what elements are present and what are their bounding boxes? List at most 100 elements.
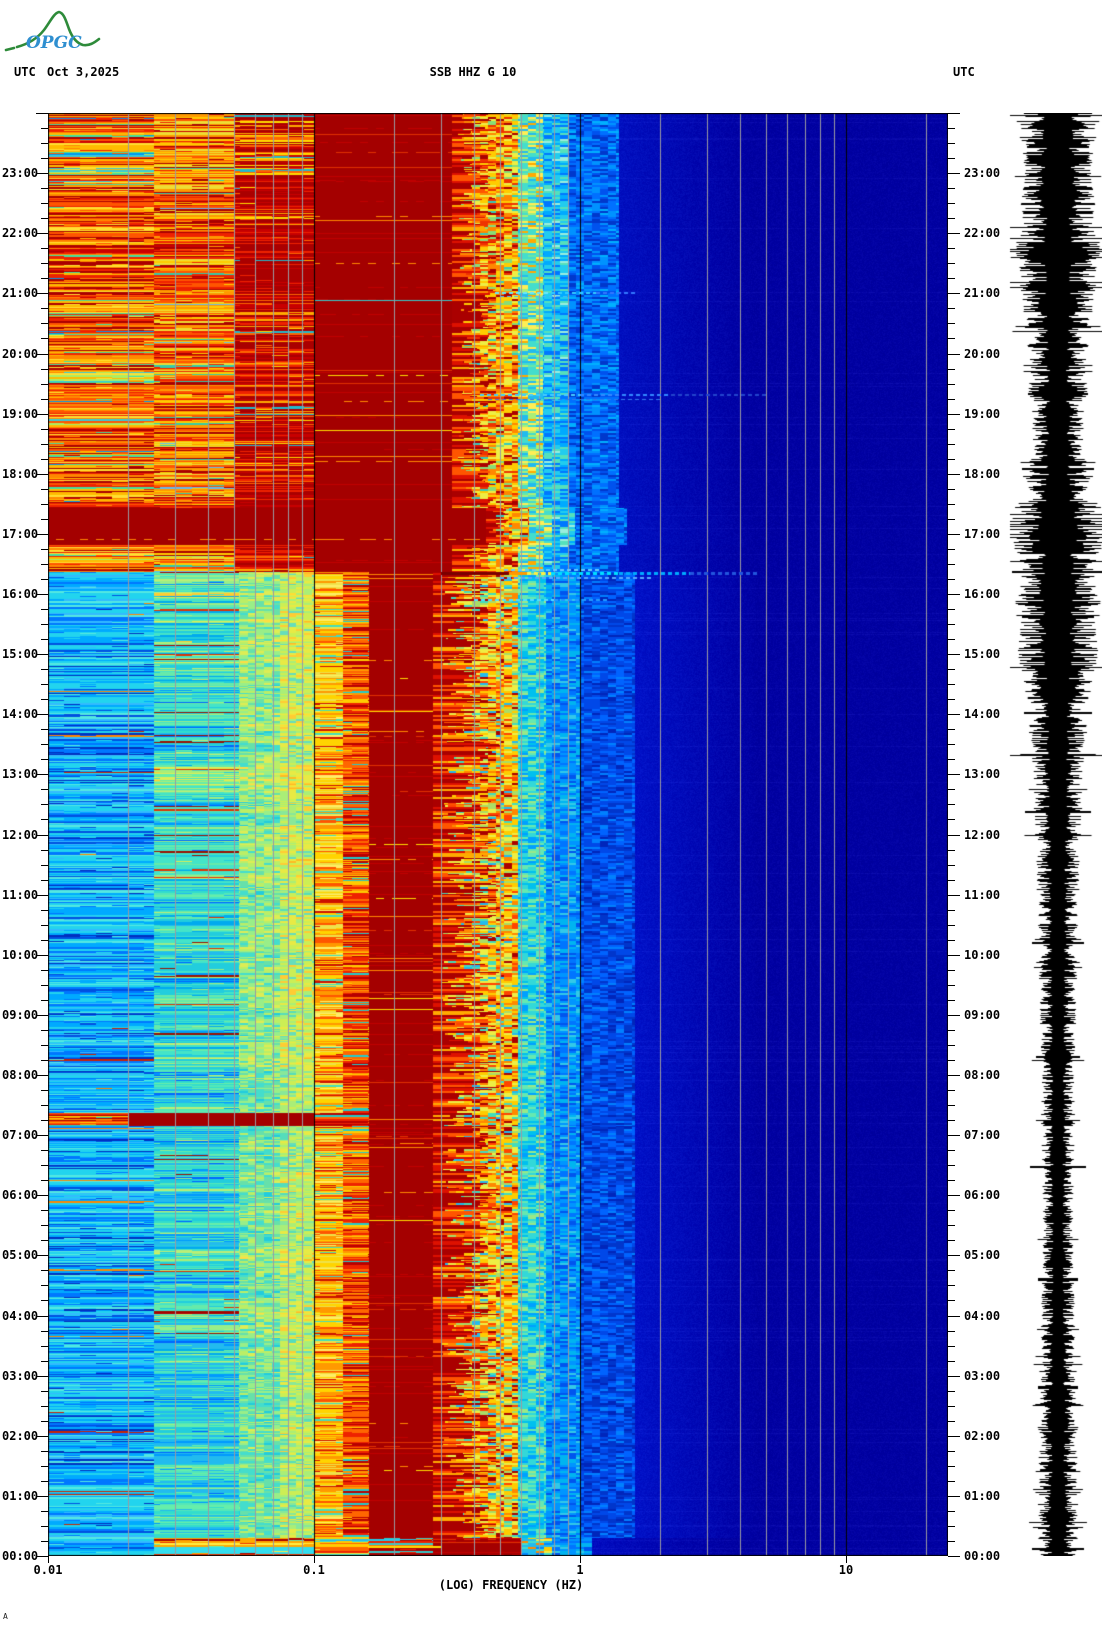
y-axis-label-left: 10:00: [2, 947, 39, 962]
y-axis-tick-left: [41, 1481, 48, 1482]
y-axis-label-right: 02:00: [964, 1428, 1001, 1443]
y-axis-tick-right: [948, 459, 955, 460]
y-axis-tick-right: [948, 579, 955, 580]
y-axis-tick-right: [948, 1105, 955, 1106]
logo-text: OPGC: [26, 33, 82, 53]
y-axis-tick-right: [948, 744, 955, 745]
y-axis-tick-left: [41, 369, 48, 370]
y-axis-tick-right: [948, 819, 955, 820]
y-axis-tick-left: [41, 1391, 48, 1392]
y-axis-tick-left: [41, 1346, 48, 1347]
y-axis-tick-left: [41, 263, 48, 264]
x-axis-tick-label: 0.01: [33, 1563, 63, 1577]
y-axis-tick-right: [948, 1406, 955, 1407]
y-axis-tick-right: [948, 1346, 955, 1347]
y-axis-tick-right: [948, 1391, 955, 1392]
y-axis-tick-right: [948, 804, 955, 805]
y-axis-tick-left: [41, 1240, 48, 1241]
y-axis-label-left: 00:00: [2, 1549, 39, 1563]
y-axis-tick-left: [41, 158, 48, 159]
y-axis-tick-right: [948, 474, 960, 475]
y-axis-label-left: 14:00: [2, 707, 39, 722]
x-axis-title: (LOG) FREQUENCY (HZ): [438, 1578, 584, 1592]
y-axis-tick-left: [36, 113, 48, 114]
y-axis-label-right: 15:00: [964, 647, 1001, 662]
y-axis-tick-right: [948, 609, 955, 610]
y-axis-tick-right: [948, 1285, 955, 1286]
y-axis-label-right: 23:00: [964, 166, 1001, 181]
y-axis-tick-right: [948, 338, 955, 339]
y-axis-tick-left: [41, 1451, 48, 1452]
opgc-logo: OPGC: [4, 10, 101, 53]
x-axis-tick-label: 0.1: [303, 1563, 325, 1577]
x-axis-tick: [846, 1556, 847, 1563]
y-axis-tick-left: [41, 1210, 48, 1211]
y-axis-tick-left: [41, 759, 48, 760]
y-axis-tick-right: [948, 1120, 955, 1121]
y-axis-tick-right: [948, 429, 955, 430]
y-axis-tick-left: [41, 564, 48, 565]
y-axis-tick-left: [41, 684, 48, 685]
y-axis-tick-left: [41, 1331, 48, 1332]
y-axis-tick-left: [41, 519, 48, 520]
y-axis-tick-right: [948, 699, 955, 700]
y-axis-tick-right: [948, 970, 955, 971]
y-axis-tick-right: [948, 940, 955, 941]
y-axis-tick-right: [948, 233, 960, 234]
y-axis-label-right: 01:00: [964, 1488, 1001, 1503]
y-axis-tick-left: [41, 1090, 48, 1091]
y-axis-tick-right: [948, 1436, 960, 1437]
x-axis-tick-label: 1: [576, 1563, 584, 1577]
y-axis-tick-right: [948, 1255, 960, 1256]
y-axis-label-right: 06:00: [964, 1188, 1001, 1203]
y-axis-tick-right: [948, 1496, 960, 1497]
y-axis-tick-left: [41, 669, 48, 670]
y-axis-tick-left: [41, 1511, 48, 1512]
y-axis-tick-left: [41, 1120, 48, 1121]
y-axis-tick-right: [948, 955, 960, 956]
x-axis-tick: [48, 1556, 49, 1563]
y-axis-tick-left: [41, 128, 48, 129]
y-axis-tick-right: [948, 1316, 960, 1317]
y-axis-tick-left: [41, 444, 48, 445]
y-axis-tick-right: [948, 850, 955, 851]
y-axis-tick-right: [948, 895, 960, 896]
y-axis-tick-right: [948, 1090, 955, 1091]
y-axis-tick-right: [948, 1556, 960, 1557]
y-axis-label-right: 07:00: [964, 1128, 1001, 1143]
y-axis-tick-left: [41, 865, 48, 866]
y-axis-tick-right: [948, 519, 955, 520]
y-axis-tick-left: [41, 789, 48, 790]
y-axis-label-right: 08:00: [964, 1068, 1001, 1082]
y-axis-tick-left: [41, 459, 48, 460]
y-axis-tick-left: [41, 970, 48, 971]
y-axis-tick-left: [41, 143, 48, 144]
x-axis-tick: [314, 1556, 315, 1563]
y-axis-tick-right: [948, 925, 955, 926]
y-axis-tick-right: [948, 1165, 955, 1166]
y-axis-tick-left: [41, 1000, 48, 1001]
y-axis-tick-left: [41, 323, 48, 324]
y-axis-tick-right: [948, 489, 955, 490]
y-axis-tick-right: [948, 113, 960, 114]
y-axis-tick-left: [41, 429, 48, 430]
y-axis-tick-right: [948, 759, 955, 760]
y-axis-label-left: 20:00: [2, 346, 39, 361]
y-axis-tick-right: [948, 369, 955, 370]
y-axis-tick-left: [41, 985, 48, 986]
y-axis-label-right: 17:00: [964, 526, 1001, 541]
y-axis-tick-left: [41, 910, 48, 911]
y-axis-tick-right: [948, 1361, 955, 1362]
seismogram-trace-canvas: [1002, 113, 1102, 1556]
y-axis-tick-left: [41, 744, 48, 745]
y-axis-tick-left: [41, 549, 48, 550]
y-axis-tick-left: [41, 1406, 48, 1407]
y-axis-label-left: 23:00: [2, 166, 39, 181]
y-axis-tick-right: [948, 323, 955, 324]
y-axis-tick-left: [41, 308, 48, 309]
y-axis-tick-left: [41, 1285, 48, 1286]
y-axis-tick-right: [948, 594, 960, 595]
y-axis-label-left: 21:00: [2, 286, 39, 301]
y-axis-label-left: 16:00: [2, 587, 39, 601]
y-axis-tick-right: [948, 173, 960, 174]
